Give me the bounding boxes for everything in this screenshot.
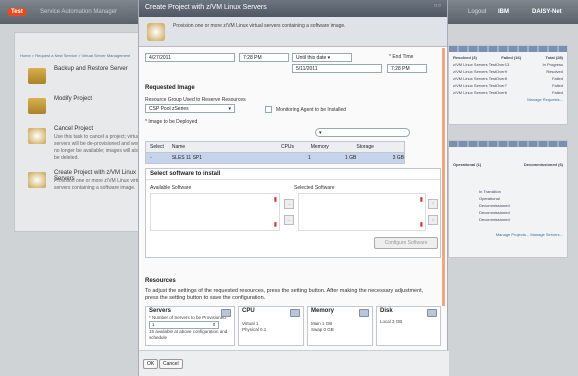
- logout-link[interactable]: Logout: [468, 9, 486, 15]
- project-status: Decommissioned: [479, 203, 510, 208]
- projects-summary: Operational (1) Decommissioned (6): [453, 162, 563, 167]
- project-icon: [28, 172, 46, 188]
- task-title: Cancel Project: [54, 126, 94, 132]
- requested-image-heading: Requested Image: [145, 85, 195, 91]
- servers-card: Servers * Number of Servers to be Provis…: [145, 306, 235, 346]
- project-status: In Transition: [479, 189, 501, 194]
- table-header: Select Name CPUs Memory Storage: [146, 142, 404, 153]
- move-up-button[interactable]: ↑: [428, 199, 438, 209]
- cpu-physical: Physical 0.1: [242, 327, 267, 332]
- task-backup-restore[interactable]: Backup and Restore Server: [24, 64, 146, 92]
- project-status: Decommissioned: [479, 210, 510, 215]
- resources-heading: Resources: [145, 278, 176, 284]
- memory-card: Memory Main 1 GB Swap 0 GB: [307, 306, 373, 346]
- resource-group-select[interactable]: CSP Pool zSeries ▾: [145, 104, 235, 113]
- project-icon: [147, 23, 165, 41]
- task-desc: Use this task to cancel a project; virtu…: [54, 134, 145, 161]
- selected-software-list[interactable]: ▮ ▮: [298, 193, 426, 231]
- move-down-button[interactable]: ↓: [428, 215, 438, 225]
- requests-panel: Resolved (3) Failed (16) Total (28) z/VM L…: [448, 45, 568, 125]
- breadcrumb[interactable]: Home > Request a New Service > Virtual S…: [20, 53, 130, 58]
- requests-summary: Resolved (3) Failed (16) Total (28): [453, 55, 563, 60]
- request-row[interactable]: z/VM Linux Servers TestOver9 Resolved: [449, 68, 567, 75]
- dialog-title: Create Project with z/VM Linux Servers: [145, 4, 267, 11]
- resource-cards: Servers * Number of Servers to be Provis…: [145, 306, 441, 346]
- task-desc: Provision one or more z/VM Linux virtual…: [54, 178, 144, 191]
- app-logo: Test: [8, 8, 26, 16]
- dialog-subtitle-bar: Provision one or more z/VM Linux virtual…: [139, 17, 447, 47]
- cancel-button[interactable]: Cancel: [159, 359, 183, 369]
- app-title: Service Automation Manager: [40, 9, 118, 15]
- dialog-scrollbar[interactable]: [442, 48, 445, 306]
- request-row[interactable]: z/VM Linux Servers TestOver7 Failed: [449, 82, 567, 89]
- dialog-subtitle: Provision one or more z/VM Linux virtual…: [173, 23, 346, 29]
- start-date-field[interactable]: 4/27/2011: [145, 53, 235, 62]
- ibm-logo: IBM: [498, 9, 509, 15]
- daisy-net-logo: DAISY-Net: [532, 9, 562, 15]
- radio-button[interactable]: ◦: [146, 155, 172, 161]
- available-software-label: Available Software: [150, 185, 192, 191]
- ok-button[interactable]: OK: [143, 359, 159, 369]
- servers-stepper[interactable]: 1 ⇕: [149, 321, 219, 329]
- servers-note: 15 available at above configuration and …: [149, 329, 228, 340]
- end-time-field[interactable]: 7:28 PM: [387, 64, 427, 73]
- project-icon: [28, 128, 46, 144]
- resource-group-label: Resource Group Used to Reserve Resources: [145, 97, 246, 103]
- remove-arrow-button[interactable]: ←: [284, 215, 294, 225]
- manage-requests-link[interactable]: Manage Requests...: [449, 96, 567, 103]
- task-title: Modify Project: [54, 96, 93, 102]
- dialog-body: 4/27/2011 7:28 PM Until this date ▾ * En…: [139, 48, 449, 350]
- resources-description: To adjust the settings of the requested …: [145, 288, 424, 301]
- task-modify-project[interactable]: Modify Project: [24, 94, 146, 122]
- manage-links[interactable]: Manage Projects... Manage Servers...: [449, 223, 567, 238]
- task-create-project[interactable]: Create Project with z/VM Linux Servers Pr…: [24, 168, 146, 196]
- settings-icon[interactable]: [221, 309, 231, 317]
- request-row[interactable]: z/VM Linux Servers TestOver8 Failed: [449, 75, 567, 82]
- available-software-list[interactable]: ▮ ▮: [150, 193, 280, 231]
- image-table: Select Name CPUs Memory Storage ◦ SLES 11 SP1…: [145, 141, 405, 164]
- project-status: Operational: [479, 196, 500, 201]
- close-icon[interactable]: ○○: [434, 3, 441, 9]
- dialog-footer: OK Cancel: [139, 350, 449, 376]
- end-date-field[interactable]: 5/11/2011: [292, 64, 382, 73]
- settings-icon[interactable]: [427, 309, 437, 317]
- end-time-label: * End Time: [389, 54, 414, 60]
- memory-swap: Swap 0 GB: [311, 327, 334, 332]
- software-section: Select software to install Available Sof…: [145, 168, 441, 258]
- monitoring-label: Monitoring Agent to be Installed: [276, 107, 347, 113]
- add-arrow-button[interactable]: →: [284, 199, 294, 209]
- request-row[interactable]: z/VM Linux Servers TestOver6 Failed: [449, 89, 567, 96]
- configure-software-button[interactable]: Configure Software: [374, 237, 438, 249]
- project-status: Decommissioned: [479, 217, 510, 222]
- settings-icon[interactable]: [359, 309, 369, 317]
- table-row[interactable]: ◦ SLES 11 SP1 1 1 GB 3 GB: [146, 153, 404, 163]
- request-row[interactable]: z/VM Linux Servers TestOver13 In Progress: [449, 61, 567, 68]
- create-project-dialog: Create Project with z/VM Linux Servers ○…: [138, 0, 449, 376]
- image-label: * Image to be Deployed: [145, 119, 198, 125]
- settings-icon[interactable]: [290, 309, 300, 317]
- task-cancel-project[interactable]: Cancel Project Use this task to cancel a …: [24, 124, 146, 161]
- folder-icon: [28, 98, 46, 114]
- folder-icon: [28, 68, 46, 84]
- start-time-field[interactable]: 7:28 PM: [239, 53, 289, 62]
- until-select[interactable]: Until this date ▾: [292, 53, 352, 62]
- cpu-card: CPU Virtual 1 Physical 0.1: [238, 306, 304, 346]
- software-heading: Select software to install: [146, 169, 440, 180]
- monitoring-checkbox[interactable]: [265, 106, 272, 113]
- image-filter-input[interactable]: ▾: [315, 128, 410, 137]
- task-title: Backup and Restore Server: [54, 66, 128, 72]
- projects-panel: Operational (1) Decommissioned (6) In Tra…: [448, 140, 568, 258]
- dialog-titlebar: Create Project with z/VM Linux Servers ○…: [139, 0, 447, 17]
- disk-card: Disk Local 3 GB: [376, 306, 441, 346]
- selected-software-label: Selected Software: [294, 185, 335, 191]
